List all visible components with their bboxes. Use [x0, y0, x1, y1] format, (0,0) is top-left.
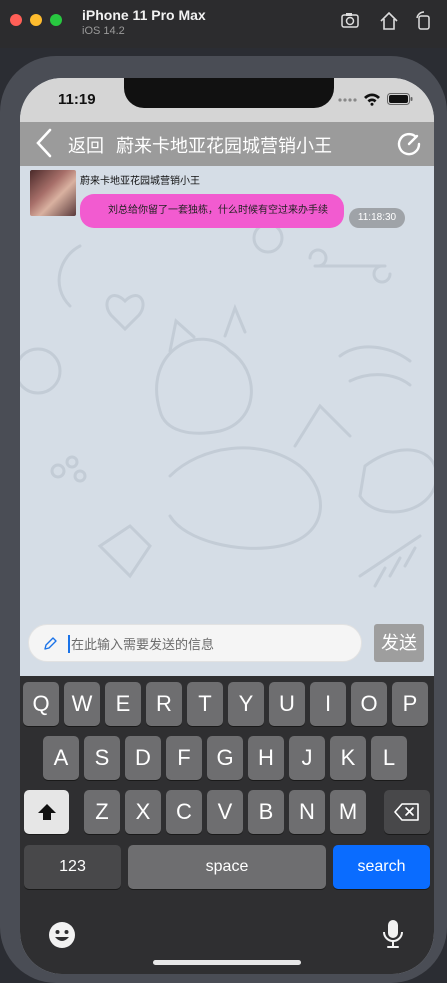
back-button[interactable]: 返回 — [68, 132, 104, 158]
key-p[interactable]: P — [392, 682, 428, 726]
message-input-field[interactable]: 在此输入需要发送的信息 — [28, 624, 362, 662]
key-u[interactable]: U — [269, 682, 305, 726]
back-chevron-icon[interactable] — [34, 128, 54, 158]
key-m[interactable]: M — [330, 790, 366, 834]
backspace-icon — [394, 803, 419, 821]
key-q[interactable]: Q — [23, 682, 59, 726]
battery-icon — [387, 93, 413, 105]
key-g[interactable]: G — [207, 736, 243, 780]
message-bubble[interactable]: 刘总给你留了一套独栋，什么时候有空过来办手续 — [80, 194, 344, 228]
key-v[interactable]: V — [207, 790, 243, 834]
message-input-bar: 在此输入需要发送的信息 发送 — [20, 616, 434, 676]
key-x[interactable]: X — [125, 790, 161, 834]
key-i[interactable]: I — [310, 682, 346, 726]
send-button[interactable]: 发送 — [374, 624, 424, 662]
key-h[interactable]: H — [248, 736, 284, 780]
key-s[interactable]: S — [84, 736, 120, 780]
chat-title: 蔚来卡地亚花园城营销小王 — [116, 136, 332, 156]
zoom-window-button[interactable] — [50, 14, 62, 26]
key-e[interactable]: E — [105, 682, 141, 726]
shift-key[interactable] — [24, 790, 69, 834]
key-j[interactable]: J — [289, 736, 325, 780]
notch — [124, 78, 334, 108]
chat-area: 蔚来卡地亚花园城营销小王 刘总给你留了一套独栋，什么时候有空过来办手续 11:1… — [20, 166, 434, 616]
key-f[interactable]: F — [166, 736, 202, 780]
refresh-icon[interactable] — [396, 131, 422, 157]
wifi-icon — [364, 93, 380, 106]
rotate-icon[interactable] — [413, 10, 435, 32]
key-w[interactable]: W — [64, 682, 100, 726]
delete-key[interactable] — [384, 790, 430, 834]
phone-screen: 11:19 返回 蔚来卡地亚花园城营销小王 蔚来卡地亚花园城营销小王 刘总给你留… — [20, 78, 434, 974]
key-d[interactable]: D — [125, 736, 161, 780]
message-input-placeholder: 在此输入需要发送的信息 — [71, 637, 215, 652]
key-c[interactable]: C — [166, 790, 202, 834]
emoji-icon[interactable] — [47, 920, 77, 950]
key-z[interactable]: Z — [84, 790, 120, 834]
key-k[interactable]: K — [330, 736, 366, 780]
sender-avatar[interactable] — [30, 170, 76, 216]
key-n[interactable]: N — [289, 790, 325, 834]
simulator-os-version: iOS 14.2 — [82, 25, 125, 37]
numbers-key[interactable]: 123 — [24, 845, 121, 889]
key-l[interactable]: L — [371, 736, 407, 780]
key-a[interactable]: A — [43, 736, 79, 780]
microphone-icon[interactable] — [381, 918, 405, 950]
message-timestamp: 11:18:30 — [349, 208, 405, 228]
home-icon[interactable] — [378, 10, 400, 32]
screenshot-icon[interactable] — [340, 10, 362, 32]
search-key[interactable]: search — [333, 845, 430, 889]
keyboard: Q W E R T Y U I O P A S D F G H J K L Z … — [20, 676, 434, 974]
key-t[interactable]: T — [187, 682, 223, 726]
status-time: 11:19 — [58, 91, 96, 108]
signal-icon — [338, 98, 357, 102]
simulator-titlebar: iPhone 11 Pro Max iOS 14.2 — [0, 0, 447, 48]
space-key[interactable]: space — [128, 845, 326, 889]
home-indicator[interactable] — [153, 960, 301, 965]
minimize-window-button[interactable] — [30, 14, 42, 26]
chat-background-doodle — [20, 222, 434, 588]
key-r[interactable]: R — [146, 682, 182, 726]
pencil-icon — [44, 637, 57, 650]
simulator-device-name: iPhone 11 Pro Max — [82, 7, 206, 23]
close-window-button[interactable] — [10, 14, 22, 26]
message-sender-name: 蔚来卡地亚花园城营销小王 — [80, 176, 200, 187]
navigation-bar: 返回 蔚来卡地亚花园城营销小王 — [20, 122, 434, 166]
key-y[interactable]: Y — [228, 682, 264, 726]
shift-arrow-icon — [38, 804, 56, 820]
key-o[interactable]: O — [351, 682, 387, 726]
key-b[interactable]: B — [248, 790, 284, 834]
text-cursor — [68, 635, 70, 653]
